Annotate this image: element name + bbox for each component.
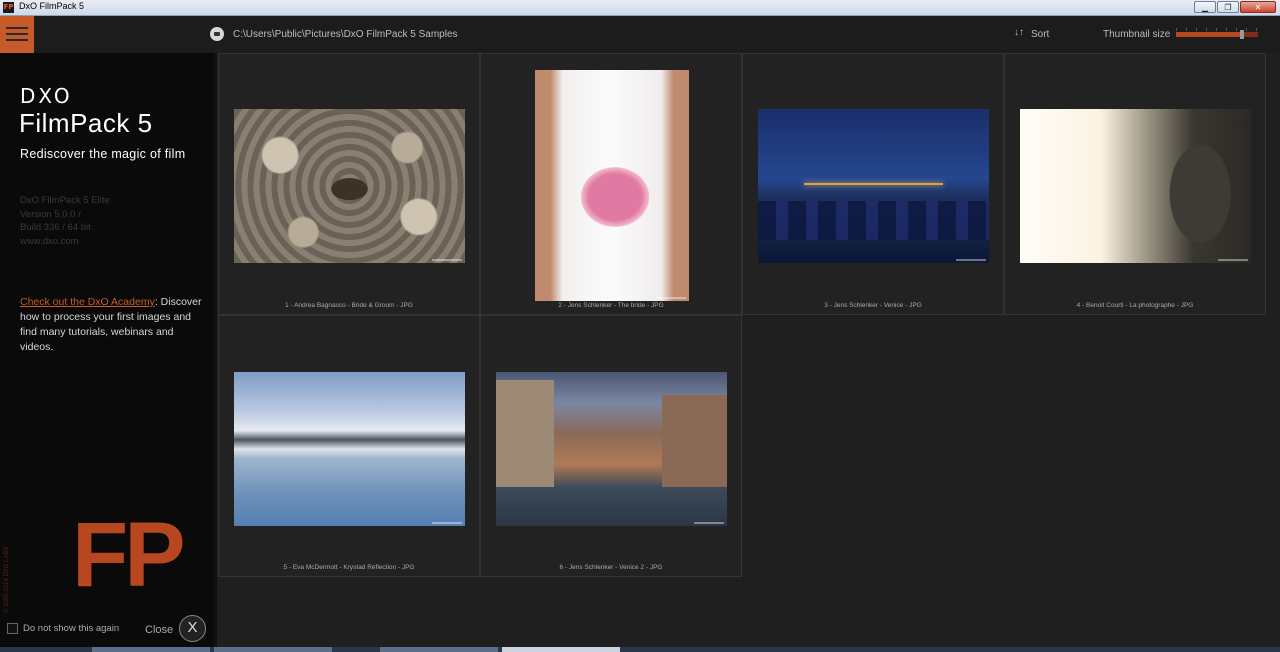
sort-icon[interactable]: ↓↑ [1014,27,1024,38]
build-line: Build 336 / 64 bit [20,222,91,233]
thumbnail-cell[interactable]: 5 - Eva McDermott - Krystad Reflection -… [218,315,480,577]
dxo-logo: DXO [20,84,73,108]
taskbar-item[interactable] [380,647,498,652]
edition-line: DxO FilmPack 5 Elite [20,195,110,206]
thumbnail-caption: 6 - Jens Schlenker - Venice 2 - JPG [559,564,663,571]
thumbnail-image[interactable] [234,372,465,526]
thumbnail-cell[interactable]: 6 - Jens Schlenker - Venice 2 - JPG [480,315,742,577]
thumbnail-image[interactable] [1020,109,1251,263]
thumbnail-cell[interactable]: 1 - Andrea Bagnasco - Bride & Groom - JP… [218,53,480,315]
os-taskbar [0,647,1280,652]
folder-path[interactable]: C:\Users\Public\Pictures\DxO FilmPack 5 … [233,29,458,40]
fp-logo: FP [72,504,186,606]
minimize-button[interactable]: ▁ [1194,1,1216,13]
hamburger-menu-button[interactable] [0,16,34,53]
copyright: © 2005-2014 DXO LABS [4,546,10,613]
folder-browse-icon[interactable] [210,27,224,41]
version-info: DxO FilmPack 5 Elite Version 5.0.0 / Bui… [20,194,110,248]
thumbnail-slider-ticks [1176,28,1258,31]
window-controls: ▁ ❐ ✕ [1194,1,1276,13]
thumbnail-slider-fill [1176,32,1242,37]
hamburger-icon-bar [6,39,28,41]
product-name: FilmPack 5 [19,108,153,138]
maximize-button[interactable]: ❐ [1217,1,1239,13]
dont-show-label: Do not show this again [23,623,120,634]
close-window-button[interactable]: ✕ [1240,1,1276,13]
close-icon[interactable]: X [179,615,206,642]
welcome-sidebar: DXO FilmPack 5 Rediscover the magic of f… [0,53,217,647]
top-toolbar: C:\Users\Public\Pictures\DxO FilmPack 5 … [34,16,1280,53]
hamburger-icon [6,27,28,29]
window-titlebar: FP DxO FilmPack 5 ▁ ❐ ✕ [0,0,1280,16]
dont-show-option[interactable]: Do not show this again [7,623,119,634]
thumbnail-image[interactable] [496,372,727,526]
taskbar-item[interactable] [214,647,332,652]
thumbnail-slider-handle[interactable] [1239,30,1244,39]
taskbar-item[interactable] [92,647,210,652]
thumbnail-caption: 3 - Jens Schlenker - Venice - JPG [824,302,922,309]
thumbnail-caption: 2 - Jens Schlenker - The bride - JPG [558,302,664,309]
app-icon: FP [3,2,14,13]
sort-button[interactable]: Sort [1031,29,1049,40]
taskbar-item-active[interactable] [502,647,620,652]
website-line: www.dxo.com [20,235,79,247]
thumbnail-image[interactable] [234,109,465,263]
close-label[interactable]: Close [145,624,173,636]
window-title: DxO FilmPack 5 [19,1,85,11]
thumbnail-image[interactable] [535,70,689,301]
dont-show-checkbox[interactable] [7,623,18,634]
hamburger-icon-bar [6,33,28,35]
tagline: Rediscover the magic of film [20,147,186,161]
thumbnail-caption: 5 - Eva McDermott - Krystad Reflection -… [283,564,415,571]
academy-text: Check out the DxO Academy: Discover how … [20,295,205,355]
academy-link[interactable]: Check out the DxO Academy [20,296,155,308]
thumbnail-caption: 1 - Andrea Bagnasco - Bride & Groom - JP… [285,302,413,309]
thumbnail-image[interactable] [758,109,989,263]
thumbnail-size-slider[interactable] [1176,30,1258,39]
version-line: Version 5.0.0 / [20,208,81,220]
thumbnail-caption: 4 - Benoit Courti - La photographe - JPG [1076,302,1194,309]
thumbnail-cell[interactable]: 3 - Jens Schlenker - Venice - JPG [742,53,1004,315]
thumbnail-cell[interactable]: 2 - Jens Schlenker - The bride - JPG [480,53,742,315]
thumbnail-size-label: Thumbnail size [1103,29,1171,40]
thumbnail-cell[interactable]: 4 - Benoit Courti - La photographe - JPG [1004,53,1266,315]
